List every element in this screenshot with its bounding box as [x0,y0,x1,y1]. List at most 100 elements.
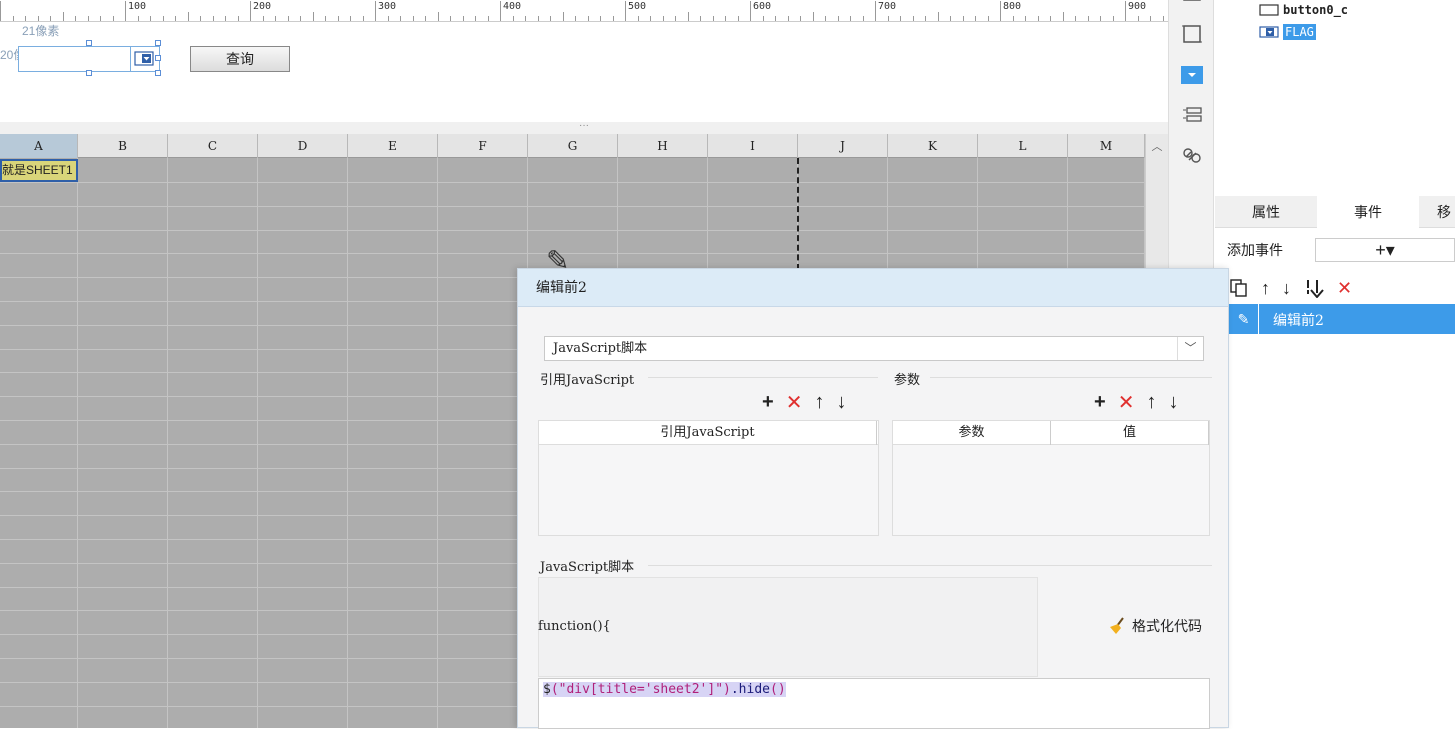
move-down-icon[interactable]: ↓ [1282,278,1291,299]
resize-handle-right[interactable] [155,55,161,61]
ruler-tick [950,16,951,21]
link-icon[interactable] [1181,144,1203,166]
column-header-m[interactable]: M [1068,134,1145,158]
column-header-j[interactable]: J [798,134,888,158]
ruler-tick [525,16,526,21]
resize-handle-top-right[interactable] [155,40,161,46]
ruler-tick [1137,16,1139,21]
ruler-tick [562,12,564,21]
ruler-label: 600 [753,1,772,12]
param-down-icon[interactable]: ↓ [1168,391,1178,414]
script-header-box [538,577,1038,677]
column-header-g[interactable]: G [528,134,618,158]
delete-param-icon[interactable]: ✕ [1118,390,1135,415]
grid-column-line [437,158,438,728]
delete-ref-js-icon[interactable]: ✕ [786,390,803,415]
params-section-label: 参数 [894,373,921,388]
ruler-tick [1125,1,1126,21]
tab-properties[interactable]: 属性 [1215,196,1317,228]
grid-column-line [167,158,168,728]
add-event-button[interactable]: +▾ [1315,238,1455,262]
script-section-label: JavaScript脚本 [540,560,635,575]
params-toolbar: + ✕ ↑ ↓ [1094,390,1178,415]
chevron-down-icon[interactable]: ﹀ [1177,337,1203,360]
code-editor[interactable]: $("div[title='sheet2']").hide() [538,678,1210,729]
delete-event-icon[interactable]: ✕ [1337,278,1352,299]
combobox-dropdown-button[interactable] [130,46,158,72]
script-type-value: JavaScript脚本 [553,341,648,356]
cell-a1[interactable]: 就是SHEET1 [0,159,78,182]
code-dollar: $ [543,682,551,697]
combobox-widget-icon [1259,26,1279,38]
ruler-tick [612,16,614,21]
form-design-canvas[interactable]: 21像素 20像素 查询 [0,22,1168,122]
move-bottom-icon[interactable] [1303,278,1325,298]
column-header-i[interactable]: I [708,134,798,158]
column-header-e[interactable]: E [348,134,438,158]
ref-js-table[interactable]: 引用JavaScript [538,420,879,536]
layer-icon[interactable] [1181,104,1203,126]
resize-handle-bottom[interactable] [86,70,92,76]
tree-item-label: FLAG [1283,24,1316,40]
ruler-tick [650,16,651,21]
column-header-k[interactable]: K [888,134,978,158]
format-code-button[interactable]: 格式化代码 [1108,616,1202,636]
dropdown-widget-icon[interactable] [1181,64,1203,86]
tab-mobile[interactable]: 移 [1419,196,1455,228]
format-code-label: 格式化代码 [1132,618,1202,634]
event-item-before-edit[interactable]: ✎ 编辑前2 [1229,304,1455,334]
params-column-header[interactable]: 参数 [893,421,1051,445]
ruler-tick [775,16,776,21]
grid-row-line [0,253,1145,254]
ruler-tick [150,16,151,21]
ruler-tick [337,16,339,21]
ref-js-column-header[interactable]: 引用JavaScript [539,421,877,445]
param-up-icon[interactable]: ↑ [1146,391,1156,414]
ruler-tick [925,16,926,21]
ruler-tick [475,16,476,21]
params-table[interactable]: 参数 值 [892,420,1210,536]
add-ref-js-icon[interactable]: + [762,391,774,414]
panel-splitter[interactable]: ··· [0,121,1168,134]
column-header-f[interactable]: F [438,134,528,158]
column-header-h[interactable]: H [618,134,708,158]
resize-handle-top[interactable] [86,40,92,46]
copy-icon[interactable] [1229,278,1249,298]
column-header-b[interactable]: B [78,134,168,158]
pencil-icon: ✎ [1229,304,1259,334]
add-param-icon[interactable]: + [1094,391,1106,414]
ruler-label: 200 [253,1,272,12]
ref-js-down-icon[interactable]: ↓ [836,391,846,414]
code-call-parens: () [770,682,786,697]
ruler-tick [600,16,601,21]
ruler-tick [37,16,39,21]
ruler-tick [300,16,301,21]
query-button[interactable]: 查询 [190,46,290,72]
ref-js-up-icon[interactable]: ↑ [814,391,824,414]
widget-icon[interactable] [1181,0,1203,14]
code-selector-string: "div[title='sheet2']" [558,682,724,697]
tab-events[interactable]: 事件 [1317,196,1419,228]
grid-column-line [257,158,258,728]
script-type-select[interactable]: JavaScript脚本 ﹀ [544,336,1204,361]
value-column-header[interactable]: 值 [1051,421,1209,445]
column-header-d[interactable]: D [258,134,348,158]
ruler-tick [100,16,101,21]
ruler-tick [762,16,764,21]
ruler-tick [837,16,839,21]
ruler-tick [25,16,26,21]
scroll-up-arrow-icon[interactable]: ︿ [1146,138,1168,154]
ruler-label: 700 [878,1,897,12]
resize-handle-bottom-right[interactable] [155,70,161,76]
frame-icon[interactable] [1181,23,1203,45]
ruler-tick [75,16,76,21]
ruler-label: 100 [128,1,147,12]
tree-item-flag[interactable]: FLAG [1259,23,1316,41]
column-header-a[interactable]: A [0,134,78,158]
ruler-tick [550,16,551,21]
column-header-c[interactable]: C [168,134,258,158]
ruler-tick [1037,16,1039,21]
move-up-icon[interactable]: ↑ [1261,278,1270,299]
column-header-l[interactable]: L [978,134,1068,158]
tree-item-button0-c[interactable]: button0_c [1259,1,1348,19]
